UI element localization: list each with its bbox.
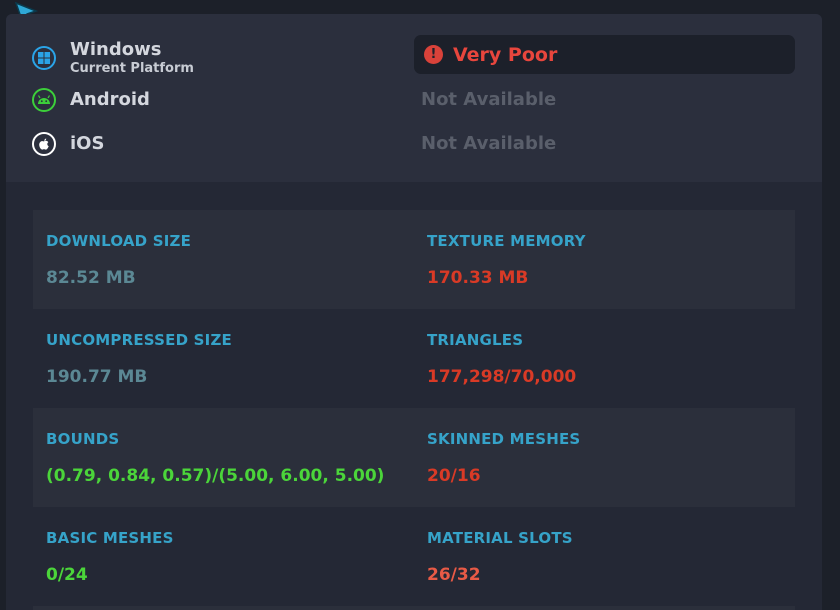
ios-status-text: Not Available [421,133,557,154]
platform-name: Android [70,89,150,110]
stat-label: DOWNLOAD SIZE [46,232,192,250]
stat-value: 82.52 MB [46,268,136,288]
stat-label: UNCOMPRESSED SIZE [46,331,232,349]
stat-label: MATERIAL SLOTS [427,529,573,547]
android-icon [32,88,56,112]
android-status-text: Not Available [421,89,557,110]
stat-texture-memory: TEXTURE MEMORY 170.33 MB [427,232,586,288]
stat-label: TRIANGLES [427,331,524,349]
windows-status-badge: ! Very Poor [414,35,795,74]
stat-material-slots: MATERIAL SLOTS 26/32 [427,529,573,585]
platform-subtitle: Current Platform [70,61,194,76]
stat-label: TEXTURE MEMORY [427,232,586,250]
stat-value: (0.79, 0.84, 0.57)/(5.00, 6.00, 5.00) [46,466,385,486]
stat-value: 190.77 MB [46,367,148,387]
stat-row: DOWNLOAD SIZE 82.52 MB TEXTURE MEMORY 17… [33,210,795,309]
stat-value: 26/32 [427,565,481,585]
stat-basic-meshes: BASIC MESHES 0/24 [46,529,174,585]
stat-value: 170.33 MB [427,268,529,288]
windows-icon [32,46,56,70]
platform-row-android[interactable]: Android [32,88,150,112]
stat-label: BASIC MESHES [46,529,174,547]
stat-triangles: TRIANGLES 177,298/70,000 [427,331,576,387]
platform-name: iOS [70,133,105,154]
stat-uncompressed-size: UNCOMPRESSED SIZE 190.77 MB [46,331,232,387]
stat-value: 20/16 [427,466,481,486]
stat-download-size: DOWNLOAD SIZE 82.52 MB [46,232,191,288]
platform-row-windows[interactable]: Windows Current Platform [32,40,194,76]
stats-grid: DOWNLOAD SIZE 82.52 MB TEXTURE MEMORY 17… [33,210,795,610]
status-text: Very Poor [453,43,558,66]
stat-row: BASIC MESHES 0/24 MATERIAL SLOTS 26/32 [33,507,795,606]
stat-row: BOUNDS (0.79, 0.84, 0.57)/(5.00, 6.00, 5… [33,408,795,507]
platform-section: Windows Current Platform Android iOS ! V… [6,14,822,182]
stat-row: UNCOMPRESSED SIZE 190.77 MB TRIANGLES 17… [33,309,795,408]
stat-bounds: BOUNDS (0.79, 0.84, 0.57)/(5.00, 6.00, 5… [46,430,384,486]
stat-label: BOUNDS [46,430,120,448]
stat-value: 177,298/70,000 [427,367,577,387]
stat-label: SKINNED MESHES [427,430,581,448]
warning-icon: ! [424,45,443,64]
platform-name: Windows [70,39,162,60]
stat-row [33,606,795,610]
apple-icon [32,132,56,156]
stat-skinned-meshes: SKINNED MESHES 20/16 [427,430,580,486]
performance-panel: Windows Current Platform Android iOS ! V… [6,14,822,610]
platform-row-ios[interactable]: iOS [32,132,104,156]
stat-value: 0/24 [46,565,88,585]
